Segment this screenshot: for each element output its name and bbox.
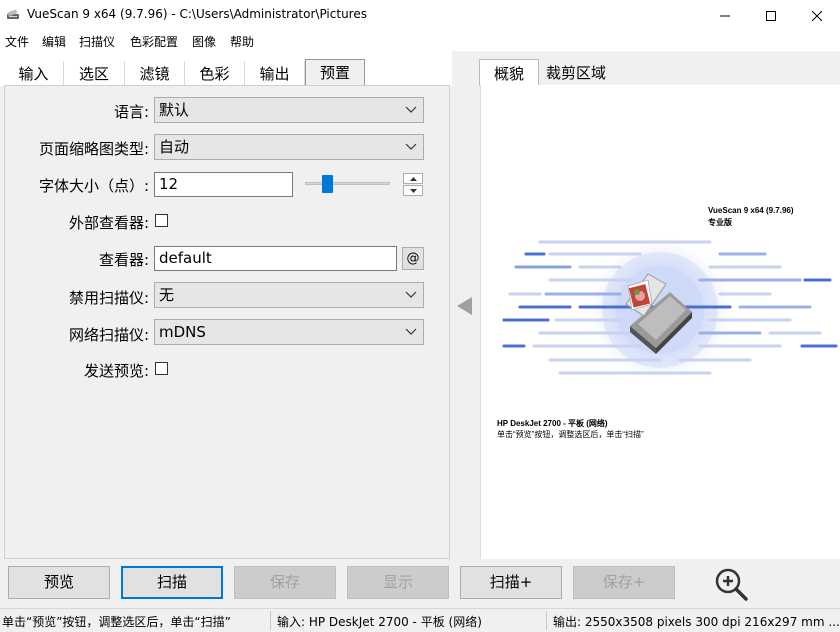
tab-overview[interactable]: 概貌 — [479, 59, 539, 86]
chevron-down-icon — [405, 106, 417, 113]
menu-file[interactable]: 文件 — [5, 33, 29, 50]
view-button[interactable]: 显示 — [347, 566, 449, 599]
arrow-down-icon — [409, 188, 417, 193]
tab-crop-region[interactable]: 裁剪区域 — [539, 59, 613, 86]
status-input: 输入: HP DeskJet 2700 - 平板 (网络) — [277, 615, 482, 629]
thumbnail-type-select[interactable]: 自动 — [154, 134, 424, 160]
tab-input[interactable]: 输入 — [4, 61, 64, 86]
menu-help[interactable]: 帮助 — [230, 33, 254, 50]
status-output: 输出: 2550x3508 pixels 300 dpi 216x297 mm … — [553, 615, 840, 629]
thumbnail-type-label: 页面缩略图类型: — [38, 140, 149, 158]
disable-scanner-select[interactable]: 无 — [154, 282, 424, 308]
collapse-left-arrow-icon[interactable] — [457, 297, 473, 315]
preview-edition: 专业版 — [708, 218, 732, 227]
menu-bar: 文件 编辑 扫描仪 色彩配置 图像 帮助 — [0, 31, 840, 51]
scan-button[interactable]: 扫描 — [121, 566, 223, 599]
preview-button[interactable]: 预览 — [8, 566, 110, 599]
preview-hint-line: 单击“预览”按钮，调整选区后，单击“扫描” — [497, 430, 644, 439]
disable-scanner-label: 禁用扫描仪: — [68, 289, 149, 307]
zoom-in-icon[interactable] — [713, 566, 749, 602]
font-size-spin-down[interactable] — [403, 185, 423, 196]
menu-scanner[interactable]: 扫描仪 — [79, 33, 115, 50]
network-scanner-label: 网络扫描仪: — [68, 326, 149, 344]
tab-prefs[interactable]: 预置 — [305, 59, 365, 87]
save-plus-button[interactable]: 保存+ — [573, 566, 675, 599]
menu-color-profile[interactable]: 色彩配置 — [130, 33, 178, 50]
scan-plus-button[interactable]: 扫描+ — [460, 566, 562, 599]
minimize-icon — [720, 15, 730, 16]
tab-crop-area[interactable]: 选区 — [64, 61, 125, 86]
font-size-spin-up[interactable] — [403, 173, 423, 184]
window-title: VueScan 9 x64 (9.7.96) - C:\Users\Admini… — [27, 7, 367, 21]
viewer-label: 查看器: — [98, 251, 149, 269]
font-size-slider-track[interactable] — [305, 182, 390, 185]
language-value: 默认 — [159, 101, 190, 119]
title-bar: VueScan 9 x64 (9.7.96) - C:\Users\Admini… — [0, 0, 840, 31]
chevron-down-icon — [405, 328, 417, 335]
chevron-down-icon — [405, 143, 417, 150]
viewer-browse-button[interactable]: @ — [402, 247, 424, 270]
font-size-label: 字体大小（点）: — [38, 177, 149, 195]
close-icon — [812, 10, 822, 21]
status-hint: 单击“预览”按钮，调整选区后，单击“扫描” — [2, 615, 231, 629]
tab-color[interactable]: 色彩 — [185, 61, 245, 86]
chevron-down-icon — [405, 291, 417, 298]
language-label: 语言: — [113, 103, 149, 121]
minimize-button[interactable] — [702, 0, 748, 31]
status-divider — [270, 611, 271, 630]
status-divider — [546, 611, 547, 630]
font-size-slider-thumb[interactable] — [322, 175, 333, 193]
left-tab-strip: 输入 选区 滤镜 色彩 输出 预置 — [0, 51, 452, 87]
scanner-illustration — [502, 234, 838, 386]
maximize-button[interactable] — [748, 0, 794, 31]
send-preview-checkbox[interactable] — [155, 362, 168, 375]
network-scanner-select[interactable]: mDNS — [154, 319, 424, 345]
status-bar: 单击“预览”按钮，调整选区后，单击“扫描” 输入: HP DeskJet 270… — [0, 608, 840, 632]
viewer-input[interactable]: default — [154, 246, 397, 271]
vuescan-app-icon — [7, 9, 19, 19]
tab-filter[interactable]: 滤镜 — [125, 61, 185, 86]
send-preview-label: 发送预览: — [83, 362, 149, 380]
tab-output[interactable]: 输出 — [245, 61, 305, 86]
disable-scanner-value: 无 — [159, 286, 175, 304]
maximize-icon — [766, 10, 776, 21]
save-button[interactable]: 保存 — [234, 566, 336, 599]
external-viewer-checkbox[interactable] — [155, 214, 168, 227]
preview-scanner-line: HP DeskJet 2700 - 平板 (网络) — [497, 419, 608, 428]
font-size-input[interactable]: 12 — [154, 172, 293, 197]
menu-image[interactable]: 图像 — [192, 33, 216, 50]
thumbnail-type-value: 自动 — [159, 138, 190, 156]
network-scanner-value: mDNS — [159, 323, 206, 341]
right-tab-strip: 概貌 裁剪区域 — [478, 51, 840, 86]
close-button[interactable] — [794, 0, 840, 31]
menu-edit[interactable]: 编辑 — [42, 33, 66, 50]
arrow-up-icon — [409, 176, 417, 181]
language-select[interactable]: 默认 — [154, 97, 424, 123]
external-viewer-label: 外部查看器: — [68, 214, 149, 232]
preview-product-title: VueScan 9 x64 (9.7.96) — [708, 206, 794, 215]
